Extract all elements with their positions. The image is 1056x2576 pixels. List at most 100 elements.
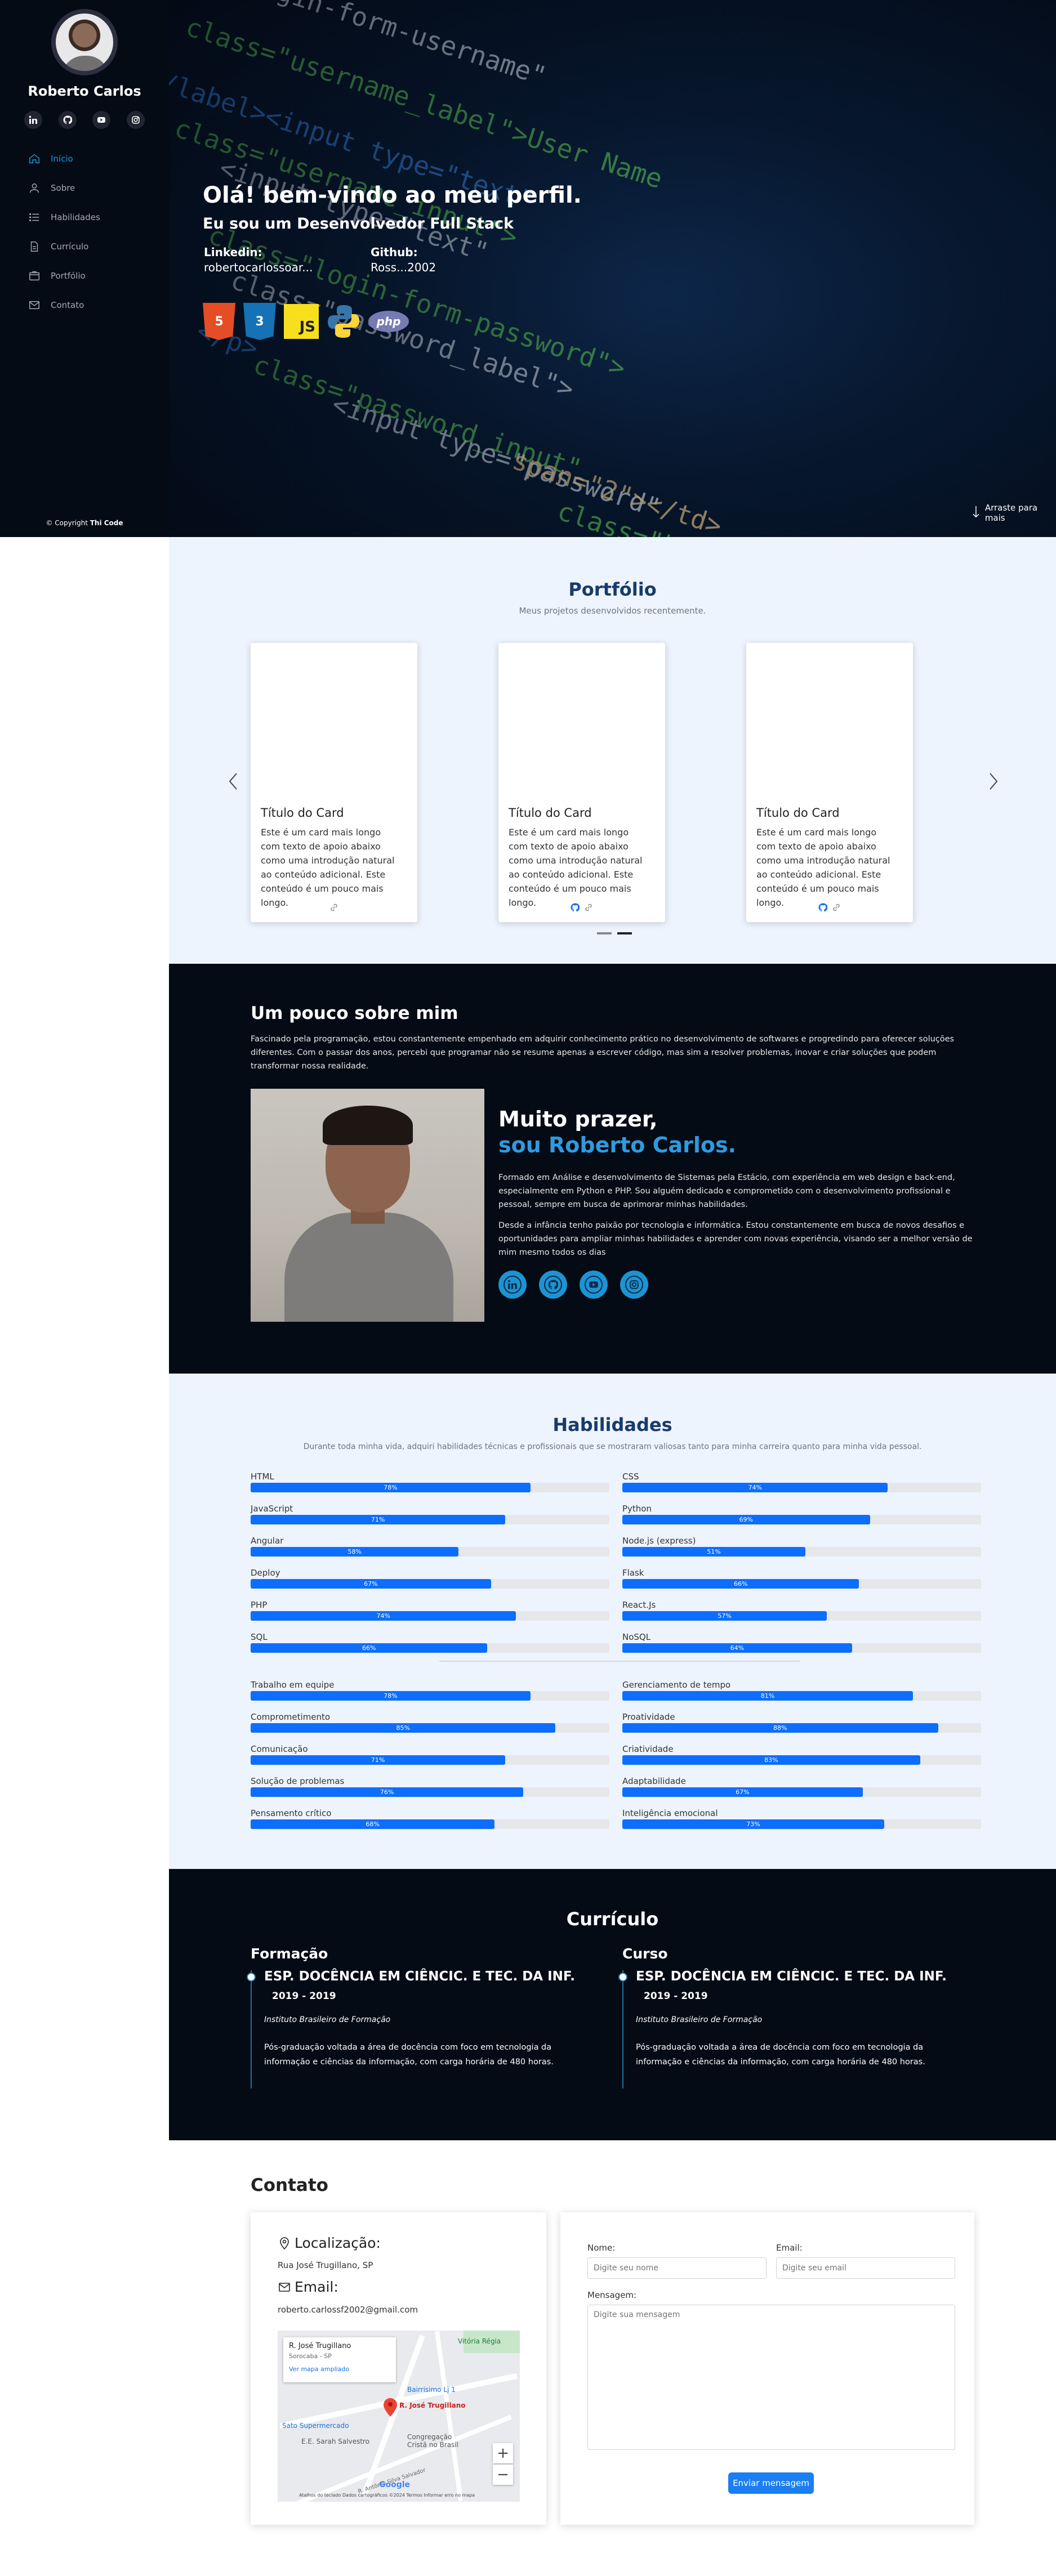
zoom-out-button[interactable]: − [493,2465,513,2485]
skill-item: HTML 78% [251,1472,609,1492]
github-icon[interactable] [818,903,827,912]
zoom-in-button[interactable]: + [493,2443,513,2463]
skill-name: Inteligência emocional [622,1808,718,1818]
link-icon[interactable] [584,903,593,912]
sidebar-item-curriculo[interactable]: Currículo [28,232,100,261]
skill-name: Pensamento crítico [251,1808,332,1818]
python-icon [327,304,360,339]
github-icon[interactable] [571,903,580,912]
project-card[interactable]: Título do Card Este é um card mais longo… [251,643,417,922]
linkedin-label: Linkedin: [204,245,262,259]
copyright: © Copyright Thi Code [46,519,123,527]
instagram-icon[interactable] [620,1271,648,1299]
email-input[interactable] [776,2257,955,2279]
link-icon[interactable] [329,903,338,912]
skill-name: NoSQL [622,1632,651,1642]
skill-progress-bar: 74% [622,1483,981,1492]
skill-item: JavaScript 71% [251,1504,609,1524]
skill-item: React.Js 57% [622,1600,981,1621]
skills-divider [439,1661,800,1662]
project-card[interactable]: Título do Card Este é um card mais longo… [498,643,665,922]
profile-name: Roberto Carlos [28,83,141,99]
skills-section: Habilidades Durante toda minha vida, adq… [169,1374,1056,1869]
portfolio-subtitle: Meus projetos desenvolvidos recentemente… [519,606,706,616]
user-icon [29,183,39,193]
skill-progress-bar: 81% [622,1691,981,1701]
map-expand-link[interactable]: Ver mapa ampliado [289,2365,390,2373]
linkedin-link[interactable]: robertocarlossoar... [204,261,313,274]
skill-progress-fill: 74% [622,1483,888,1492]
skill-item: Inteligência emocional 73% [622,1808,981,1829]
carousel-indicator[interactable] [597,932,612,934]
skill-progress-bar: 73% [622,1819,981,1829]
sidebar-item-contato[interactable]: Contato [28,290,100,320]
folder-icon [29,271,39,281]
email-label: Email: [776,2243,803,2253]
carousel-indicator-active[interactable] [617,932,632,934]
message-label: Mensagem: [587,2290,637,2300]
portfolio-title: Portfólio [568,579,657,600]
skill-name: SQL [251,1632,268,1642]
skill-name: Gerenciamento de tempo [622,1680,731,1690]
github-label: Github: [371,245,418,259]
skill-item: Adaptabilidade 67% [622,1776,981,1797]
skill-progress-fill: 88% [622,1723,938,1733]
sidebar-item-label: Sobre [51,183,75,193]
email-value: roberto.carlossf2002@gmail.com [278,2305,418,2315]
message-input[interactable] [587,2305,955,2450]
skill-item: Deploy 67% [251,1568,609,1589]
linkedin-icon[interactable] [24,111,42,129]
skill-progress-bar: 66% [622,1579,981,1589]
youtube-icon[interactable] [580,1271,608,1299]
youtube-icon[interactable] [92,111,111,129]
sidebar-item-sobre[interactable]: Sobre [28,173,100,203]
linkedin-icon[interactable] [498,1271,527,1299]
resume-item-date: 2019 - 2019 [272,1991,336,2002]
skill-name: Node.js (express) [622,1536,696,1546]
card-text: Este é um card mais longo com texto de a… [756,827,890,908]
sidebar-item-portfolio[interactable]: Portfólio [28,261,100,290]
about-paragraph-1: Formado em Análise e desenvolvimento de … [498,1173,955,1209]
skill-progress-fill: 51% [622,1547,805,1557]
skill-progress-bar: 57% [622,1611,981,1621]
arrow-down-icon [973,506,979,518]
chevron-left-icon[interactable] [225,770,242,793]
email-label: Email: [278,2279,338,2295]
resume-item-title: ESP. DOCÊNCIA EM CIÊNCIC. E TEC. DA INF. [264,1969,575,1984]
link-icon[interactable] [832,903,841,912]
github-link[interactable]: Ross...2002 [371,261,436,274]
project-card[interactable]: Título do Card Este é um card mais longo… [746,643,913,922]
sidebar-item-inicio[interactable]: Início [28,144,100,173]
sidebar-nav: Início Sobre Habilidades Currículo Portf… [28,144,100,320]
hero-title: Olá! bem-vindo ao meu perfil. [203,182,582,208]
scroll-hint[interactable]: Arraste para mais [972,503,1039,523]
hero-section: login-form-username" class="username_lab… [169,0,1056,537]
sidebar: Roberto Carlos Início Sobre Habilidades … [0,0,169,537]
send-message-button[interactable]: Enviar mensagem [728,2472,814,2494]
skill-progress-fill: 73% [622,1819,884,1829]
map-pin-icon[interactable] [382,2397,398,2417]
skill-progress-fill: 67% [251,1579,491,1589]
skill-progress-bar: 83% [622,1755,981,1765]
skill-progress-fill: 69% [622,1515,870,1524]
contact-title: Contato [251,2175,328,2195]
embedded-map[interactable]: R. José Trugillano Sorocaba - SP Ver map… [278,2331,520,2502]
skill-progress-fill: 66% [251,1643,488,1653]
github-icon[interactable] [58,111,77,129]
resume-item-title: ESP. DOCÊNCIA EM CIÊNCIC. E TEC. DA INF. [636,1969,947,1984]
javascript-icon: JS [284,304,319,339]
name-input[interactable] [587,2257,767,2279]
skill-progress-bar: 67% [622,1787,981,1797]
skill-progress-bar: 88% [622,1723,981,1733]
sidebar-item-habilidades[interactable]: Habilidades [28,203,100,232]
instagram-icon[interactable] [126,111,145,129]
github-icon[interactable] [539,1271,567,1299]
skill-name: Angular [251,1536,284,1546]
skill-progress-fill: 78% [251,1483,531,1492]
skill-progress-fill: 58% [251,1547,459,1557]
skill-progress-fill: 68% [251,1819,495,1829]
resume-section: Currículo Formação ESP. DOCÊNCIA EM CIÊN… [169,1869,1056,2140]
resume-title: Currículo [566,1908,659,1930]
resume-item-institution: Instituto Brasileiro de Formação [636,2015,763,2024]
chevron-right-icon[interactable] [984,770,1001,793]
